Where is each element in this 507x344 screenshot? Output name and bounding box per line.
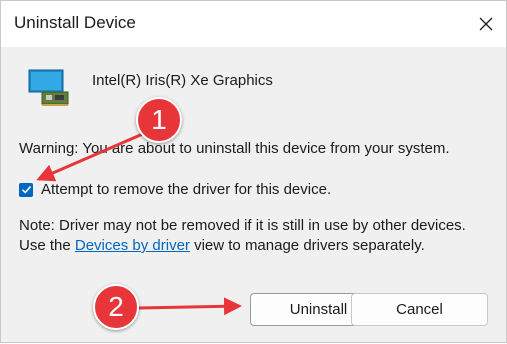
note-text-end: view to manage drivers separately. xyxy=(189,237,425,254)
dialog-title: Uninstall Device xyxy=(14,13,136,32)
close-button[interactable] xyxy=(465,1,506,47)
checkmark-icon xyxy=(21,185,31,194)
cancel-button[interactable]: Cancel xyxy=(351,293,488,326)
warning-text: Warning: You are about to uninstall this… xyxy=(19,140,450,157)
remove-driver-label: Attempt to remove the driver for this de… xyxy=(41,181,332,198)
display-adapter-icon xyxy=(28,69,69,106)
dialog-footer: Uninstall Cancel xyxy=(1,283,506,342)
annotation-badge-1: 1 xyxy=(136,97,182,143)
remove-driver-checkbox[interactable] xyxy=(19,182,33,197)
dialog-body: Intel(R) Iris(R) Xe Graphics Warning: Yo… xyxy=(1,47,506,296)
note-text: Note: Driver may not be removed if it is… xyxy=(19,216,489,256)
annotation-badge-2: 2 xyxy=(93,284,139,330)
device-name: Intel(R) Iris(R) Xe Graphics xyxy=(92,72,273,89)
close-icon xyxy=(479,17,492,31)
uninstall-device-dialog: Uninstall Device Intel(R) Iris(R) Xe Gra… xyxy=(0,0,507,343)
title-bar: Uninstall Device xyxy=(1,1,506,47)
remove-driver-option[interactable]: Attempt to remove the driver for this de… xyxy=(19,181,331,198)
devices-by-driver-link[interactable]: Devices by driver xyxy=(75,237,190,254)
